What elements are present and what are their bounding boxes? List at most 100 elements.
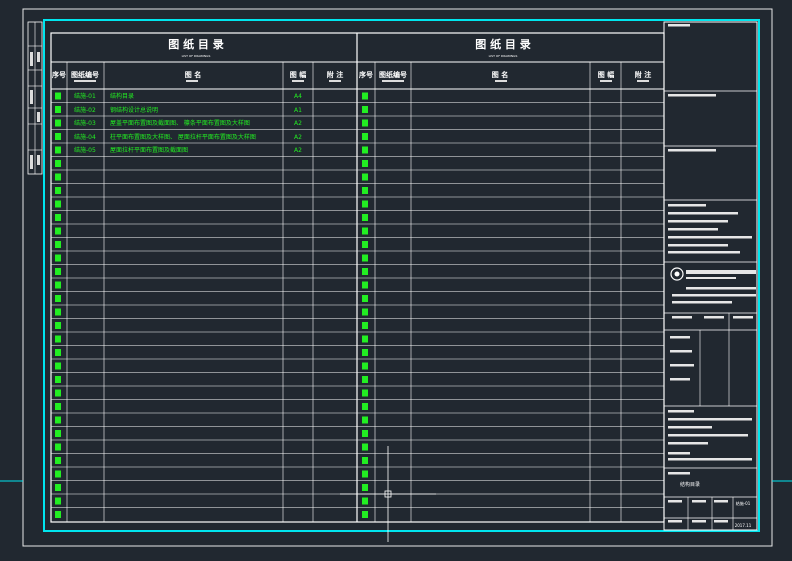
row-number-marker: [362, 335, 368, 343]
row-number-marker: [362, 214, 368, 221]
title-block-text: [668, 236, 752, 239]
row-number-marker: [362, 457, 368, 464]
row-number-marker: [362, 92, 368, 100]
row-number-marker: [362, 322, 368, 329]
strip-text: [30, 52, 33, 66]
row-number-marker: [362, 349, 368, 356]
row-number-marker: [362, 241, 368, 248]
title-block-text: [668, 244, 728, 247]
title-block-text: [672, 301, 732, 304]
header-name-left: 图 名: [185, 70, 201, 79]
title-block-text: [668, 220, 728, 223]
title-block-text: [733, 316, 753, 319]
header-name-right: 图 名: [492, 70, 508, 79]
title-block-text: [670, 350, 692, 353]
row-number-marker: [362, 416, 368, 424]
row-number-marker: [362, 470, 368, 478]
row-number-marker: [55, 376, 61, 383]
row-number-marker: [55, 200, 61, 208]
row-number-marker: [362, 227, 368, 235]
company-logo-icon: [674, 271, 680, 277]
title-block-text: [704, 316, 724, 319]
strip-text: [30, 155, 33, 169]
header-sublabel: [292, 80, 304, 82]
title-block-text: [670, 378, 690, 381]
header-size-right: 图 幅: [598, 70, 614, 79]
title-block-text: [668, 410, 694, 413]
strip-text: [37, 52, 40, 62]
header-sublabel: [329, 80, 341, 82]
entry-code: 结施-03: [74, 119, 96, 127]
title-block-date: 2017.11: [735, 523, 752, 528]
title-block-text: [672, 316, 692, 319]
title-block-text: [670, 336, 690, 339]
row-number-marker: [362, 295, 368, 302]
title-block-text: [668, 458, 752, 461]
row-number-marker: [55, 470, 61, 478]
title-block-text: [692, 500, 706, 503]
row-number-marker: [55, 173, 61, 181]
strip-text: [37, 112, 40, 122]
title-block-text: [668, 452, 690, 455]
row-number-marker: [362, 281, 368, 289]
cad-drawing-canvas[interactable]: 图 纸 目 录 LIST OF DRAWINGS 图 纸 目 录 LIST OF…: [0, 0, 792, 561]
row-number-marker: [55, 389, 61, 397]
header-sublabel: [186, 80, 198, 82]
row-number-marker: [55, 335, 61, 343]
company-name: [686, 270, 756, 274]
entry-code: 结施-01: [74, 92, 96, 100]
header-sublabel: [495, 80, 507, 82]
row-number-marker: [362, 308, 368, 316]
row-number-marker: [55, 457, 61, 464]
entry-size: A2: [294, 147, 302, 154]
row-number-marker: [362, 106, 368, 113]
title-block-text: [668, 434, 748, 437]
row-number-marker: [362, 173, 368, 181]
title-block-text: [668, 94, 716, 97]
entry-name: 钢结构设计总说明: [110, 106, 158, 114]
title-block-text: [714, 500, 728, 503]
row-number-marker: [55, 281, 61, 289]
entry-code: 结施-02: [74, 106, 96, 114]
row-number-marker: [55, 416, 61, 424]
header-sublabel: [600, 80, 612, 82]
title-block-text: [668, 251, 740, 254]
title-block-text: [668, 442, 708, 445]
title-block-text: [668, 472, 690, 475]
row-number-marker: [362, 511, 368, 518]
row-number-marker: [55, 254, 61, 262]
drawing-frame: [0, 0, 792, 561]
right-table-title: 图 纸 目 录: [475, 37, 531, 51]
title-block-text: [686, 287, 756, 290]
row-number-marker: [362, 119, 368, 127]
row-number-marker: [55, 146, 61, 154]
row-number-marker: [55, 268, 61, 275]
row-number-marker: [362, 133, 368, 140]
title-block-text: [668, 24, 690, 27]
row-number-marker: [55, 362, 61, 370]
header-size-left: 图 幅: [290, 70, 306, 79]
entry-name: 屋盖平面布置图及截面图、 檩条平面布置图及大样图: [110, 119, 250, 127]
row-number-marker: [55, 295, 61, 302]
left-table-title: 图 纸 目 录: [168, 37, 224, 51]
header-no-left: 序号: [51, 70, 66, 79]
title-block-text: [668, 228, 718, 231]
row-number-marker: [362, 254, 368, 262]
row-number-marker: [55, 443, 61, 451]
entry-size: A1: [294, 107, 302, 114]
entry-name: 柱平面布置图及大样图、 屋面拉杆平面布置图及大样图: [110, 133, 256, 141]
row-number-marker: [362, 403, 368, 410]
title-block-text: [668, 426, 712, 429]
row-number-marker: [362, 484, 368, 491]
title-block-text: [668, 204, 706, 207]
row-number-marker: [55, 241, 61, 248]
title-block-text: [668, 520, 682, 523]
title-block-text: [672, 294, 756, 297]
entry-code: 结施-04: [74, 133, 96, 141]
header-remark-left: 附 注: [327, 70, 343, 79]
row-number-marker: [362, 146, 368, 154]
row-number-marker: [362, 362, 368, 370]
row-number-marker: [55, 187, 61, 194]
row-number-marker: [55, 511, 61, 518]
title-block-text: [668, 212, 738, 215]
